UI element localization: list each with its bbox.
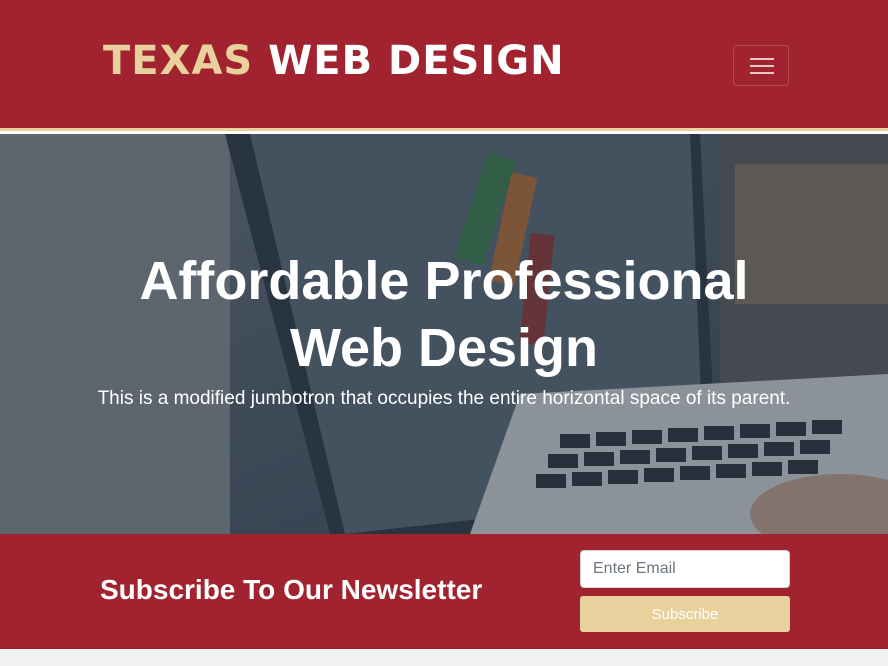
newsletter-section: Subscribe To Our Newsletter Subscribe xyxy=(0,534,888,649)
hero-lead-text: This is a modified jumbotron that occupi… xyxy=(97,388,791,409)
newsletter-heading: Subscribe To Our Newsletter xyxy=(100,574,483,605)
hero-title: Affordable Professional Web Design xyxy=(139,251,749,378)
hero-jumbotron: Affordable Professional Web Design This … xyxy=(0,134,888,534)
menu-toggle-button[interactable] xyxy=(733,45,789,86)
subscribe-button[interactable]: Subscribe xyxy=(580,596,790,632)
email-input[interactable] xyxy=(580,550,790,588)
brand-web-design: WEB DESIGN xyxy=(268,38,565,84)
brand-logo[interactable]: TEXAS WEB DESIGN xyxy=(103,36,565,86)
navbar: TEXAS WEB DESIGN xyxy=(0,0,888,131)
brand-texas: TEXAS xyxy=(103,38,254,84)
page-footer-edge xyxy=(0,649,888,666)
hamburger-menu-icon xyxy=(750,58,774,60)
